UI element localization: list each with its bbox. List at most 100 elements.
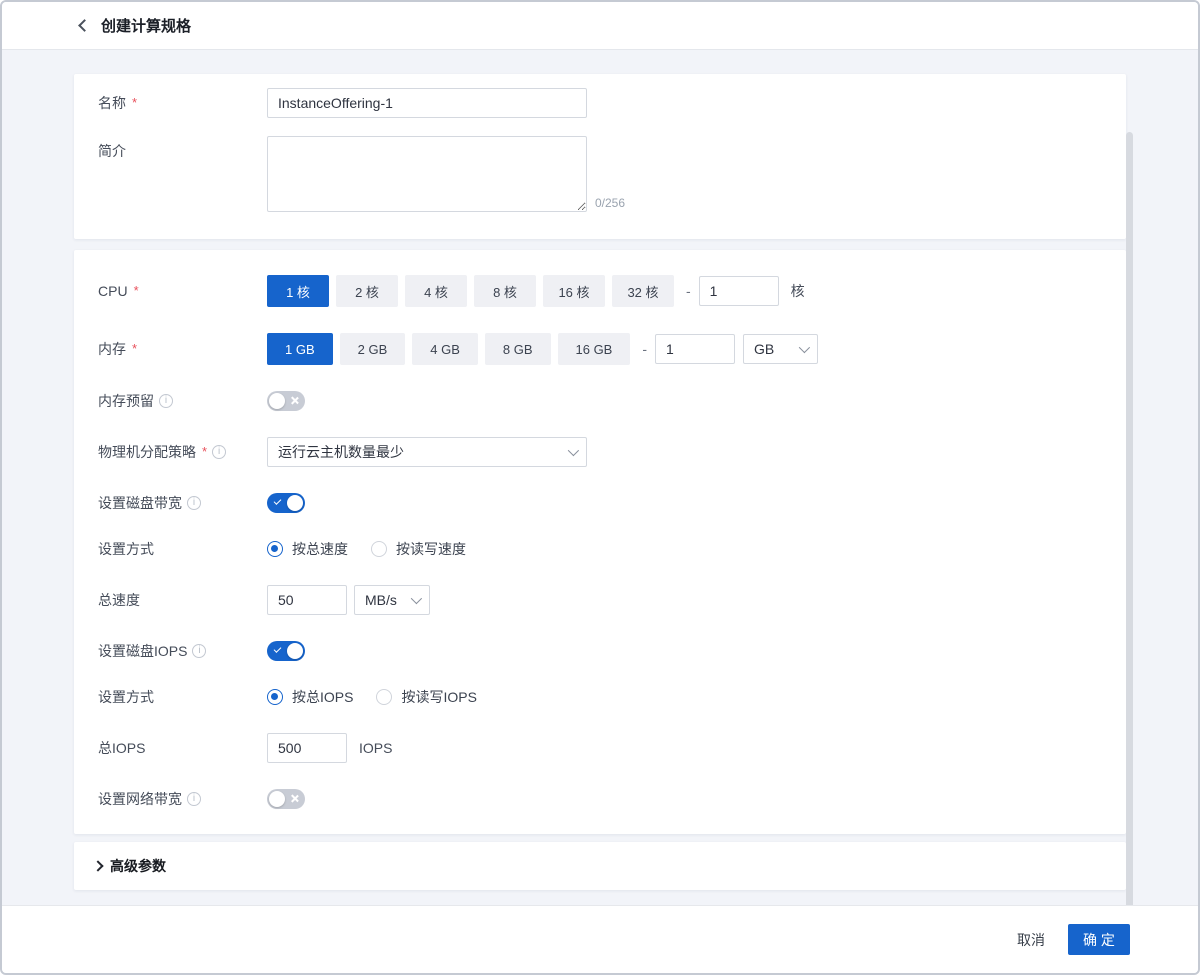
total-iops-input[interactable]: [267, 733, 347, 763]
disk-bw-mode-row: 设置方式 按总速度 按读写速度: [98, 539, 1102, 559]
network-bandwidth-label-group: 设置网络带宽: [98, 789, 267, 809]
memory-custom-input[interactable]: [655, 334, 735, 364]
toggle-knob: [269, 393, 285, 409]
memory-reserve-toggle[interactable]: [267, 391, 305, 411]
cpu-button-group: 1 核 2 核 4 核 8 核 16 核 32 核: [267, 275, 681, 307]
chevron-down-icon: [799, 342, 810, 353]
network-bandwidth-label: 设置网络带宽: [98, 789, 182, 809]
cpu-option-16[interactable]: 16 核: [543, 275, 605, 307]
memory-reserve-row: 内存预留: [98, 391, 1102, 411]
chevron-down-icon: [411, 593, 422, 604]
allocation-strategy-label: 物理机分配策略: [98, 442, 196, 462]
memory-row: 内存 * 1 GB 2 GB 4 GB 8 GB 16 GB - GB: [98, 333, 1102, 365]
cpu-option-4[interactable]: 4 核: [405, 275, 467, 307]
iops-mode-row: 设置方式 按总IOPS 按读写IOPS: [98, 687, 1102, 707]
create-instance-offering-window: 创建计算规格 名称 * 简介 0/256: [0, 0, 1200, 975]
cpu-custom-input[interactable]: [699, 276, 779, 306]
vertical-scrollbar[interactable]: [1126, 132, 1133, 905]
name-input[interactable]: [267, 88, 587, 118]
disk-iops-row: 设置磁盘IOPS: [98, 641, 1102, 661]
toggle-on-icon: [274, 645, 282, 653]
memory-option-2gb[interactable]: 2 GB: [340, 333, 406, 365]
back-icon[interactable]: [78, 19, 91, 32]
total-speed-input[interactable]: [267, 585, 347, 615]
disk-bandwidth-label-group: 设置磁盘带宽: [98, 493, 267, 513]
allocation-strategy-row: 物理机分配策略 * 运行云主机数量最少: [98, 437, 1102, 467]
name-label-group: 名称 *: [98, 93, 267, 113]
range-separator: -: [642, 341, 647, 357]
toggle-off-icon: [290, 792, 299, 805]
required-mark: *: [132, 93, 137, 113]
allocation-strategy-label-group: 物理机分配策略 *: [98, 442, 267, 462]
radio-unchecked-icon: [376, 689, 392, 705]
memory-reserve-label-group: 内存预留: [98, 391, 267, 411]
total-iops-label: 总IOPS: [98, 738, 145, 758]
memory-option-16gb[interactable]: 16 GB: [558, 333, 631, 365]
memory-label: 内存: [98, 339, 126, 359]
toggle-on-icon: [274, 497, 282, 505]
disk-bandwidth-label: 设置磁盘带宽: [98, 493, 182, 513]
description-label: 简介: [98, 141, 126, 161]
disk-bandwidth-row: 设置磁盘带宽: [98, 493, 1102, 513]
radio-total-iops[interactable]: 按总IOPS: [267, 687, 353, 707]
cpu-option-8[interactable]: 8 核: [474, 275, 536, 307]
toggle-off-icon: [290, 394, 299, 407]
memory-option-8gb[interactable]: 8 GB: [485, 333, 551, 365]
cpu-row: CPU * 1 核 2 核 4 核 8 核 16 核 32 核 - 核: [98, 275, 1102, 307]
cpu-unit-label: 核: [791, 281, 805, 301]
cpu-option-1[interactable]: 1 核: [267, 275, 329, 307]
iops-unit-label: IOPS: [359, 740, 392, 756]
required-mark: *: [134, 281, 139, 301]
description-label-group: 简介: [98, 136, 267, 161]
description-textarea[interactable]: [267, 136, 587, 212]
name-row: 名称 *: [98, 88, 1102, 118]
chevron-right-icon: [92, 860, 103, 871]
radio-total-speed[interactable]: 按总速度: [267, 539, 348, 559]
disk-iops-toggle[interactable]: [267, 641, 305, 661]
network-bandwidth-row: 设置网络带宽: [98, 789, 1102, 809]
radio-label: 按总速度: [292, 539, 348, 559]
radio-read-write-iops[interactable]: 按读写IOPS: [376, 687, 476, 707]
allocation-strategy-select[interactable]: 运行云主机数量最少: [267, 437, 587, 467]
cpu-option-2[interactable]: 2 核: [336, 275, 398, 307]
required-mark: *: [202, 442, 207, 462]
cpu-option-32[interactable]: 32 核: [612, 275, 674, 307]
description-row: 简介 0/256: [98, 136, 1102, 212]
basic-info-card: 名称 * 简介 0/256: [74, 74, 1126, 239]
advanced-params-toggle[interactable]: 高级参数: [92, 856, 1108, 876]
range-separator: -: [686, 283, 691, 299]
toggle-knob: [269, 791, 285, 807]
advanced-params-title: 高级参数: [110, 856, 166, 876]
radio-checked-icon: [267, 689, 283, 705]
info-icon: [159, 394, 173, 408]
name-label: 名称: [98, 93, 126, 113]
settings-card: CPU * 1 核 2 核 4 核 8 核 16 核 32 核 - 核: [74, 250, 1126, 834]
network-bandwidth-toggle[interactable]: [267, 789, 305, 809]
radio-label: 按总IOPS: [292, 687, 353, 707]
iops-mode-label: 设置方式: [98, 687, 154, 707]
radio-unchecked-icon: [371, 541, 387, 557]
cancel-button[interactable]: 取消: [1017, 930, 1045, 950]
page-title: 创建计算规格: [101, 15, 191, 36]
cpu-label-group: CPU *: [98, 281, 267, 301]
total-speed-label: 总速度: [98, 590, 140, 610]
memory-option-4gb[interactable]: 4 GB: [412, 333, 478, 365]
info-icon: [212, 445, 226, 459]
total-speed-label-group: 总速度: [98, 590, 267, 610]
speed-unit-value: MB/s: [365, 592, 397, 608]
advanced-params-card: 高级参数: [74, 842, 1126, 890]
speed-unit-select[interactable]: MB/s: [354, 585, 430, 615]
disk-bw-mode-label-group: 设置方式: [98, 539, 267, 559]
iops-mode-label-group: 设置方式: [98, 687, 267, 707]
memory-unit-select[interactable]: GB: [743, 334, 818, 364]
memory-option-1gb[interactable]: 1 GB: [267, 333, 333, 365]
memory-unit-value: GB: [754, 341, 774, 357]
radio-label: 按读写速度: [396, 539, 466, 559]
toggle-knob: [287, 495, 303, 511]
disk-iops-label-group: 设置磁盘IOPS: [98, 641, 267, 661]
radio-label: 按读写IOPS: [401, 687, 476, 707]
disk-bandwidth-toggle[interactable]: [267, 493, 305, 513]
radio-read-write-speed[interactable]: 按读写速度: [371, 539, 466, 559]
confirm-button[interactable]: 确 定: [1068, 924, 1130, 955]
char-counter: 0/256: [595, 196, 625, 212]
